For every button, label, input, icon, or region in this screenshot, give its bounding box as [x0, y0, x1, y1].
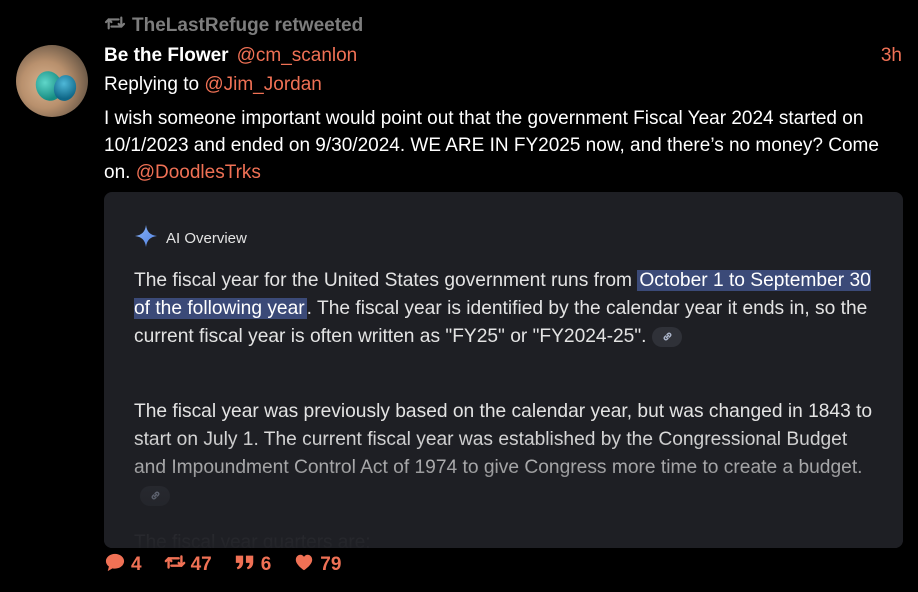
retweet-indicator[interactable]: TheLastRefuge retweeted: [104, 14, 363, 38]
timestamp[interactable]: 3h: [881, 45, 902, 67]
replying-to-handle[interactable]: @Jim_Jordan: [204, 74, 322, 95]
retweet-count: 47: [190, 554, 212, 575]
replying-to: Replying to @Jim_Jordan: [104, 74, 322, 96]
quote-count: 6: [260, 554, 272, 575]
link-icon: [151, 491, 159, 500]
ai-overview-label: AI Overview: [166, 229, 247, 247]
retweeted-by-text: TheLastRefuge retweeted: [132, 15, 364, 36]
ai-paragraph-2: The fiscal year was previously based on …: [134, 398, 874, 510]
mention-link[interactable]: @DoodlesTrks: [136, 162, 261, 183]
post-text: I wish someone important would point out…: [104, 105, 904, 186]
like-count: 79: [320, 554, 342, 575]
reply-count: 4: [131, 554, 142, 575]
sparkle-icon: [134, 224, 158, 252]
retweet-icon: [164, 552, 186, 578]
p2-text: The fiscal year was previously based on …: [134, 401, 873, 478]
link-chip: [652, 326, 683, 347]
attached-image[interactable]: AI Overview The fiscal year for the Unit…: [104, 192, 903, 548]
quote-icon: [234, 552, 256, 578]
display-name[interactable]: Be the Flower: [104, 45, 229, 67]
link-icon: [663, 332, 672, 341]
like-button[interactable]: 79: [293, 552, 341, 578]
retweet-button[interactable]: 47: [164, 552, 212, 578]
reply-button[interactable]: 4: [104, 552, 142, 578]
heart-icon: [293, 552, 315, 578]
link-chip: [140, 485, 170, 506]
action-bar: 4 47 6 79: [104, 552, 341, 578]
quote-button[interactable]: 6: [234, 552, 272, 578]
retweet-icon: [104, 14, 126, 38]
ai-paragraph-1: The fiscal year for the United States go…: [134, 267, 874, 351]
ai-overview-header: AI Overview: [134, 224, 247, 252]
reply-icon: [104, 552, 126, 578]
p1-before: The fiscal year for the United States go…: [134, 270, 638, 291]
user-handle[interactable]: @cm_scanlon: [237, 45, 358, 67]
ai-paragraph-3: The fiscal year quarters are:: [134, 532, 371, 548]
avatar[interactable]: [16, 45, 88, 117]
post-header: Be the Flower @cm_scanlon 3h: [104, 45, 902, 67]
replying-prefix: Replying to: [104, 74, 205, 95]
